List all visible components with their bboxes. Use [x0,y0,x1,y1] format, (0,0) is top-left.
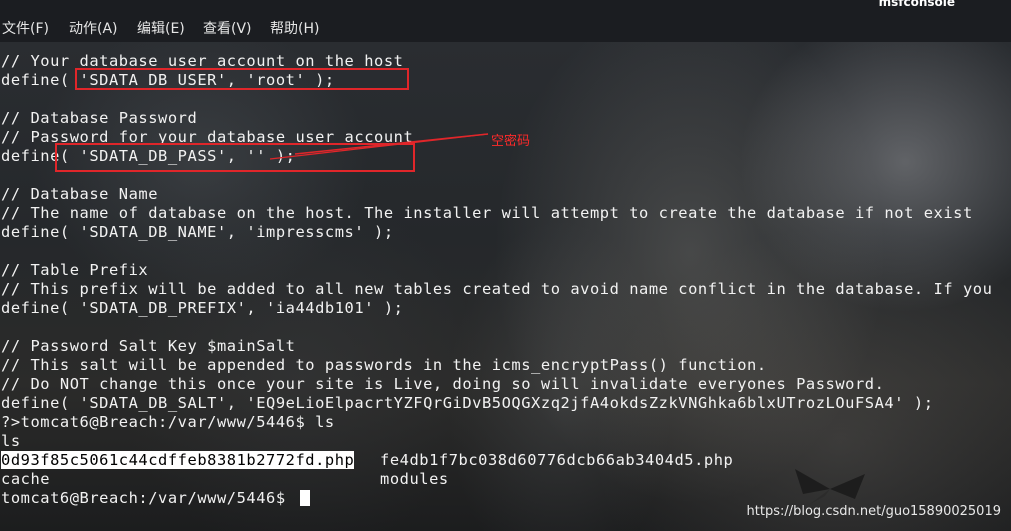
terminal-window: 文件(F) 动作(A) 编辑(E) 查看(V) 帮助(H) msfconsole… [0,0,1011,531]
menu-file[interactable]: 文件(F) [2,20,49,38]
terminal-line: // Table Prefix [1,261,149,279]
listing-file-selected[interactable]: 0d93f85c5061c44cdffeb8381b2772fd.php [1,451,355,469]
terminal-line: // Database Name [1,185,159,203]
listing-row: 0d93f85c5061c44cdffeb8381b2772fd.php [1,451,355,470]
menubar: 文件(F) 动作(A) 编辑(E) 查看(V) 帮助(H) msfconsole [0,0,1011,42]
shell-prompt: tomcat6@Breach:/var/www/5446$ [1,489,296,507]
terminal-line: // Do NOT change this once your site is … [1,375,885,393]
menu-help[interactable]: 帮助(H) [270,20,319,38]
menu-action[interactable]: 动作(A) [69,20,118,38]
terminal-line: define( 'SDATA_DB_PREFIX', 'ia44db101' )… [1,299,404,317]
menu-view[interactable]: 查看(V) [203,20,252,38]
terminal-output[interactable]: // Your database user account on the hos… [0,42,1011,531]
listing-file: fe4db1f7bc038d60776dcb66ab3404d5.php [380,451,734,469]
terminal-line: ?>tomcat6@Breach:/var/www/5446$ ls [1,413,335,431]
annotation-label: 空密码 [491,134,531,149]
terminal-line: // This salt will be appended to passwor… [1,356,767,374]
listing-dir: cache [1,470,51,488]
terminal-cursor [300,490,310,506]
terminal-line: define( 'SDATA_DB_SALT', 'EQ9eLioElpacrt… [1,394,934,412]
terminal-line: define( 'SDATA_DB_NAME', 'impresscms' ); [1,223,394,241]
watermark-text: https://blog.csdn.net/guo15890025019 [746,504,1001,519]
terminal-line: ls [1,432,21,450]
terminal-line: // Password Salt Key $mainSalt [1,337,296,355]
terminal-line: // The name of database on the host. The… [1,204,973,222]
window-title: msfconsole [878,0,955,9]
terminal-line: // This prefix will be added to all new … [1,280,993,298]
menu-edit[interactable]: 编辑(E) [137,20,185,38]
listing-dir: modules [380,470,449,488]
annotation-arrow [269,133,489,160]
